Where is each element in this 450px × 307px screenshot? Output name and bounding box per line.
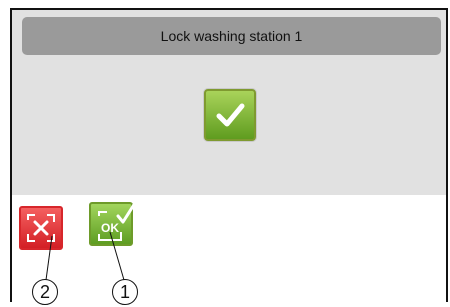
callout-number-1: 1: [112, 279, 138, 305]
callout-leader-lines: [45, 231, 125, 281]
callout-number-2: 2: [32, 279, 58, 305]
